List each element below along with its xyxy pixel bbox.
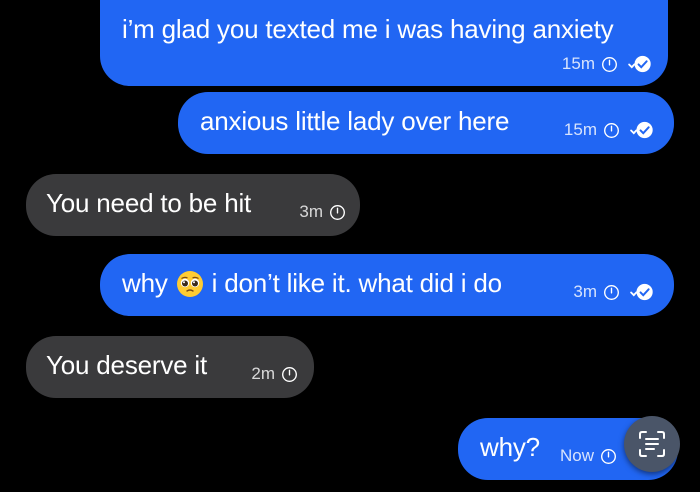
clock-icon <box>604 284 619 300</box>
message-bubble-outgoing[interactable]: anxious little lady over here 15m <box>178 92 674 154</box>
message-time: 15m <box>561 54 595 73</box>
message-meta: 15m <box>564 120 656 140</box>
message-text: why? <box>480 432 540 462</box>
double-check-icon <box>630 283 653 301</box>
message-time: 15m <box>563 120 597 139</box>
message-meta: 3m <box>299 202 346 222</box>
double-check-icon <box>630 121 653 139</box>
scan-text-icon <box>639 431 665 457</box>
clock-icon <box>601 448 616 464</box>
message-meta: 15m <box>562 54 654 74</box>
message-meta: 3m <box>573 282 656 302</box>
message-bubble-outgoing[interactable]: why i don’t like it. what did i do 3m <box>100 254 674 316</box>
scan-text-button[interactable] <box>624 416 680 472</box>
message-text-part: why <box>122 268 168 298</box>
clock-icon <box>604 122 619 138</box>
message-meta: 2m <box>251 364 298 384</box>
message-text: anxious little lady over here <box>200 106 510 136</box>
message-text: You deserve it <box>46 350 208 380</box>
message-text: You need to be hit <box>46 188 252 218</box>
clock-icon <box>602 56 617 72</box>
pleading-face-emoji <box>176 270 203 297</box>
message-bubble-incoming[interactable]: You need to be hit 3m <box>26 174 360 236</box>
message-time: 3m <box>573 282 597 301</box>
message-text: i’m glad you texted me i was having anxi… <box>122 14 614 44</box>
double-check-icon <box>628 55 651 73</box>
message-time: 2m <box>251 364 275 383</box>
message-bubble-incoming[interactable]: You deserve it 2m <box>26 336 314 398</box>
message-time: 3m <box>299 202 323 221</box>
message-bubble-outgoing[interactable]: i’m glad you texted me i was having anxi… <box>100 0 668 86</box>
message-text-part: i don’t like it. what did i do <box>211 268 502 298</box>
message-text: why i don’t like it. what did i do <box>122 268 502 299</box>
clock-icon <box>282 366 297 382</box>
message-time: Now <box>560 446 595 465</box>
clock-icon <box>330 204 345 220</box>
message-meta: Now <box>560 446 617 466</box>
